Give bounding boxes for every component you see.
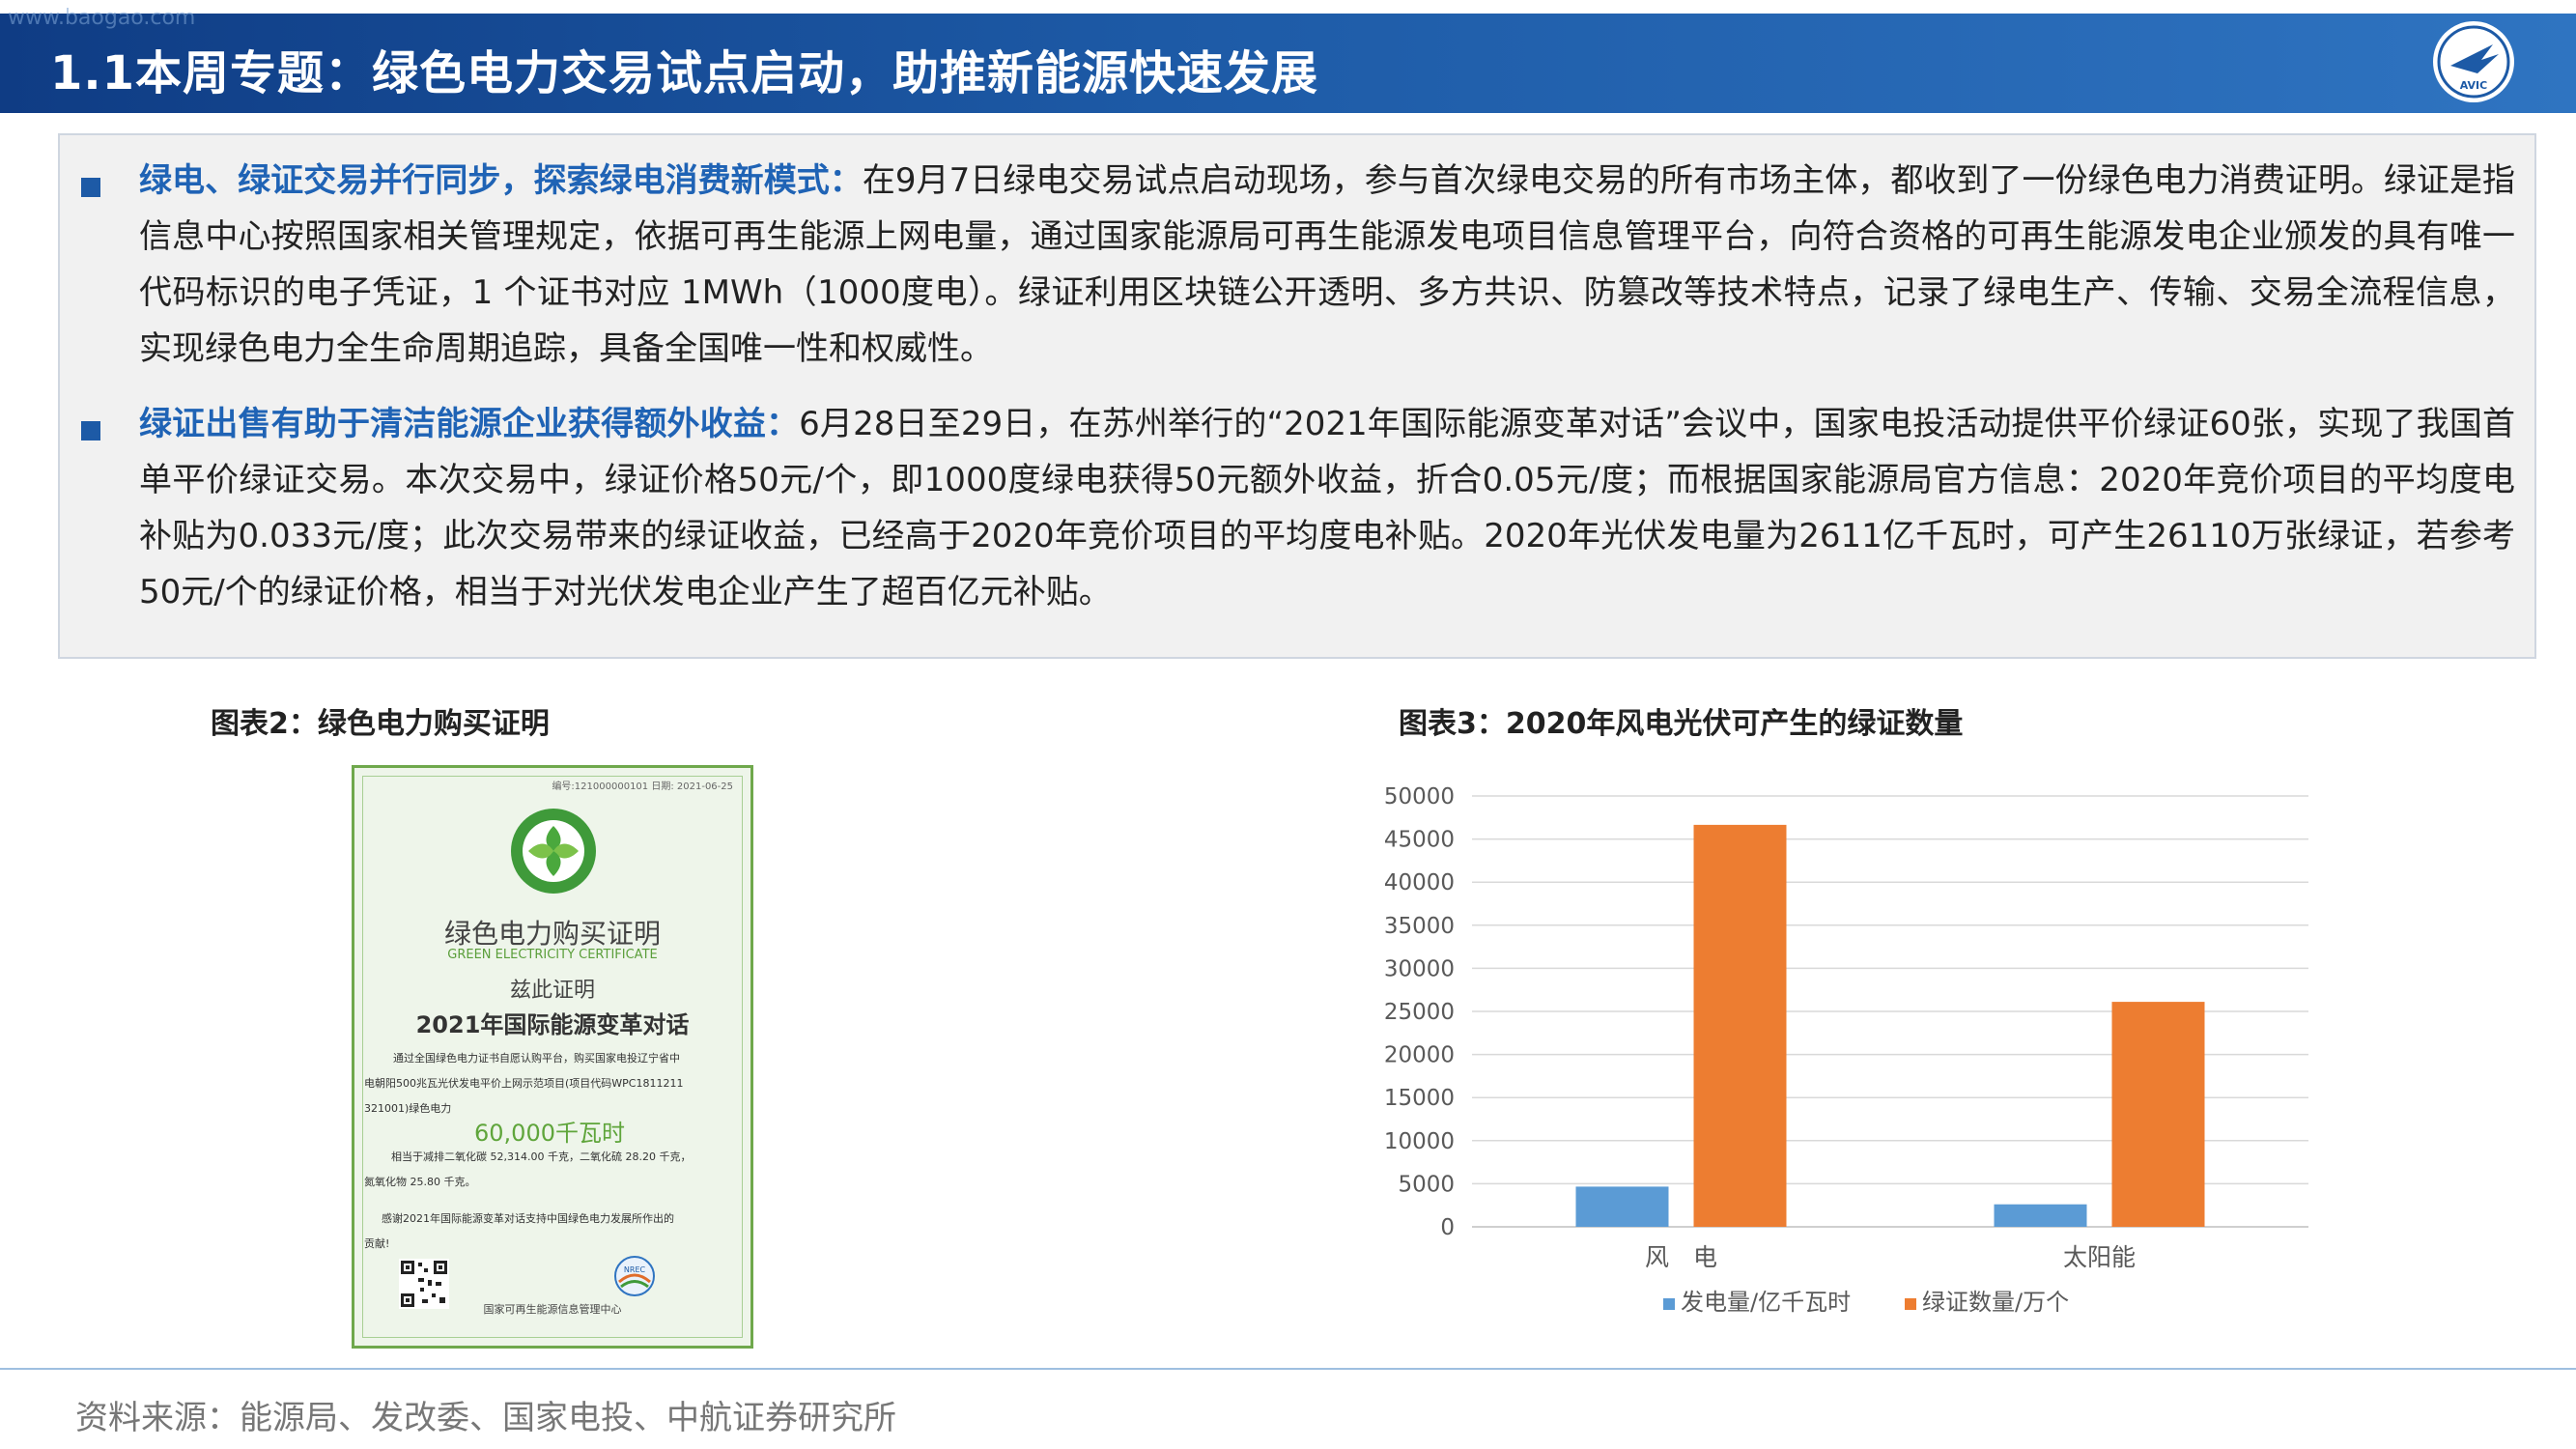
legend-swatch bbox=[1905, 1298, 1916, 1310]
bullet-paragraph-2: 绿证出售有助于清洁能源企业获得额外收益：6月28日至29日，在苏州举行的“202… bbox=[139, 396, 2515, 620]
green-power-emblem-icon bbox=[511, 809, 596, 894]
cert-body-line: 通过全国绿色电力证书自愿认购平台，购买国家电投辽宁省中 bbox=[393, 1052, 680, 1065]
cert-amount: 60,000千瓦时 bbox=[474, 1120, 625, 1147]
bullet-square-icon bbox=[81, 421, 100, 440]
logo-label: AVIC bbox=[2460, 79, 2487, 92]
cert-certify: 兹此证明 bbox=[509, 979, 595, 1003]
bar-generation bbox=[1994, 1204, 2087, 1227]
y-tick-label: 25000 bbox=[1384, 1000, 1455, 1025]
cert-body-line: 电朝阳500兆瓦光伏发电平价上网示范项目(项目代码WPC1811211 bbox=[364, 1077, 684, 1090]
cert-reduction-line: 相当于减排二氧化碳 52,314.00 千克，二氧化硫 28.20 千克， bbox=[391, 1151, 692, 1163]
y-tick-label: 40000 bbox=[1384, 870, 1455, 895]
cert-issuer: 国家可再生能源信息管理中心 bbox=[483, 1303, 622, 1316]
figure2-title: 图表2：绿色电力购买证明 bbox=[211, 707, 550, 741]
bar-certificates bbox=[1693, 824, 1787, 1227]
y-tick-label: 0 bbox=[1440, 1215, 1455, 1240]
watermark: www.baogao.com bbox=[8, 6, 196, 30]
page-title: 1.1本周专题：绿色电力交易试点启动，助推新能源快速发展 bbox=[50, 46, 1319, 100]
legend-label: 绿证数量/万个 bbox=[1922, 1289, 2069, 1316]
green-certificate-bar-chart: 5000045000400003500030000250002000015000… bbox=[1384, 784, 2308, 1316]
bar-generation bbox=[1575, 1186, 1669, 1227]
summary-box: 绿电、绿证交易并行同步，探索绿电消费新模式：在9月7日绿电交易试点启动现场，参与… bbox=[58, 133, 2536, 659]
cert-event: 2021年国际能源变革对话 bbox=[415, 1011, 690, 1038]
cert-title-cn: 绿色电力购买证明 bbox=[443, 918, 661, 950]
y-tick-label: 45000 bbox=[1384, 828, 1455, 853]
avic-logo-icon: AVIC bbox=[2433, 21, 2514, 102]
cert-thanks-line: 感谢2021年国际能源变革对话支持中国绿色电力发展所作出的 bbox=[382, 1212, 674, 1225]
bullet-2-highlight: 绿证出售有助于清洁能源企业获得额外收益： bbox=[139, 405, 800, 443]
bullet-paragraph-1: 绿电、绿证交易并行同步，探索绿电消费新模式：在9月7日绿电交易试点启动现场，参与… bbox=[139, 153, 2515, 377]
y-tick-label: 20000 bbox=[1384, 1043, 1455, 1068]
green-certificate-image: 编号:121000000101 日期: 2021-06-25 绿色电力购买证明 … bbox=[352, 765, 753, 1349]
y-tick-label: 10000 bbox=[1384, 1129, 1455, 1154]
bullet-square-icon bbox=[81, 178, 100, 197]
cert-title-en: GREEN ELECTRICITY CERTIFICATE bbox=[447, 948, 658, 962]
y-tick-label: 30000 bbox=[1384, 956, 1455, 981]
bullet-1-highlight: 绿电、绿证交易并行同步，探索绿电消费新模式： bbox=[139, 161, 863, 200]
y-tick-label: 15000 bbox=[1384, 1086, 1455, 1111]
figure3-title: 图表3：2020年风电光伏可产生的绿证数量 bbox=[1399, 707, 1964, 741]
y-tick-label: 5000 bbox=[1398, 1172, 1455, 1197]
nrec-seal-icon: NREC bbox=[614, 1256, 655, 1296]
bar-certificates bbox=[2111, 1002, 2205, 1227]
seal-label: NREC bbox=[624, 1265, 646, 1274]
cert-reduction-line: 氮氧化物 25.80 千克。 bbox=[364, 1176, 476, 1188]
legend-label: 发电量/亿千瓦时 bbox=[1681, 1289, 1851, 1316]
footer-divider bbox=[0, 1368, 2576, 1370]
source-note: 资料来源：能源局、发改委、国家电投、中航证券研究所 bbox=[75, 1399, 896, 1437]
x-category-label: 风 电 bbox=[1645, 1243, 1717, 1271]
header-bar: 1.1本周专题：绿色电力交易试点启动，助推新能源快速发展 bbox=[0, 14, 2576, 113]
y-tick-label: 35000 bbox=[1384, 914, 1455, 939]
x-category-label: 太阳能 bbox=[2063, 1243, 2136, 1271]
cert-serial: 编号:121000000101 日期: 2021-06-25 bbox=[552, 781, 733, 792]
y-tick-label: 50000 bbox=[1384, 784, 1455, 810]
legend-swatch bbox=[1663, 1298, 1675, 1310]
cert-thanks-line: 贡献! bbox=[364, 1237, 390, 1250]
cert-body-line: 321001)绿色电力 bbox=[364, 1102, 452, 1115]
